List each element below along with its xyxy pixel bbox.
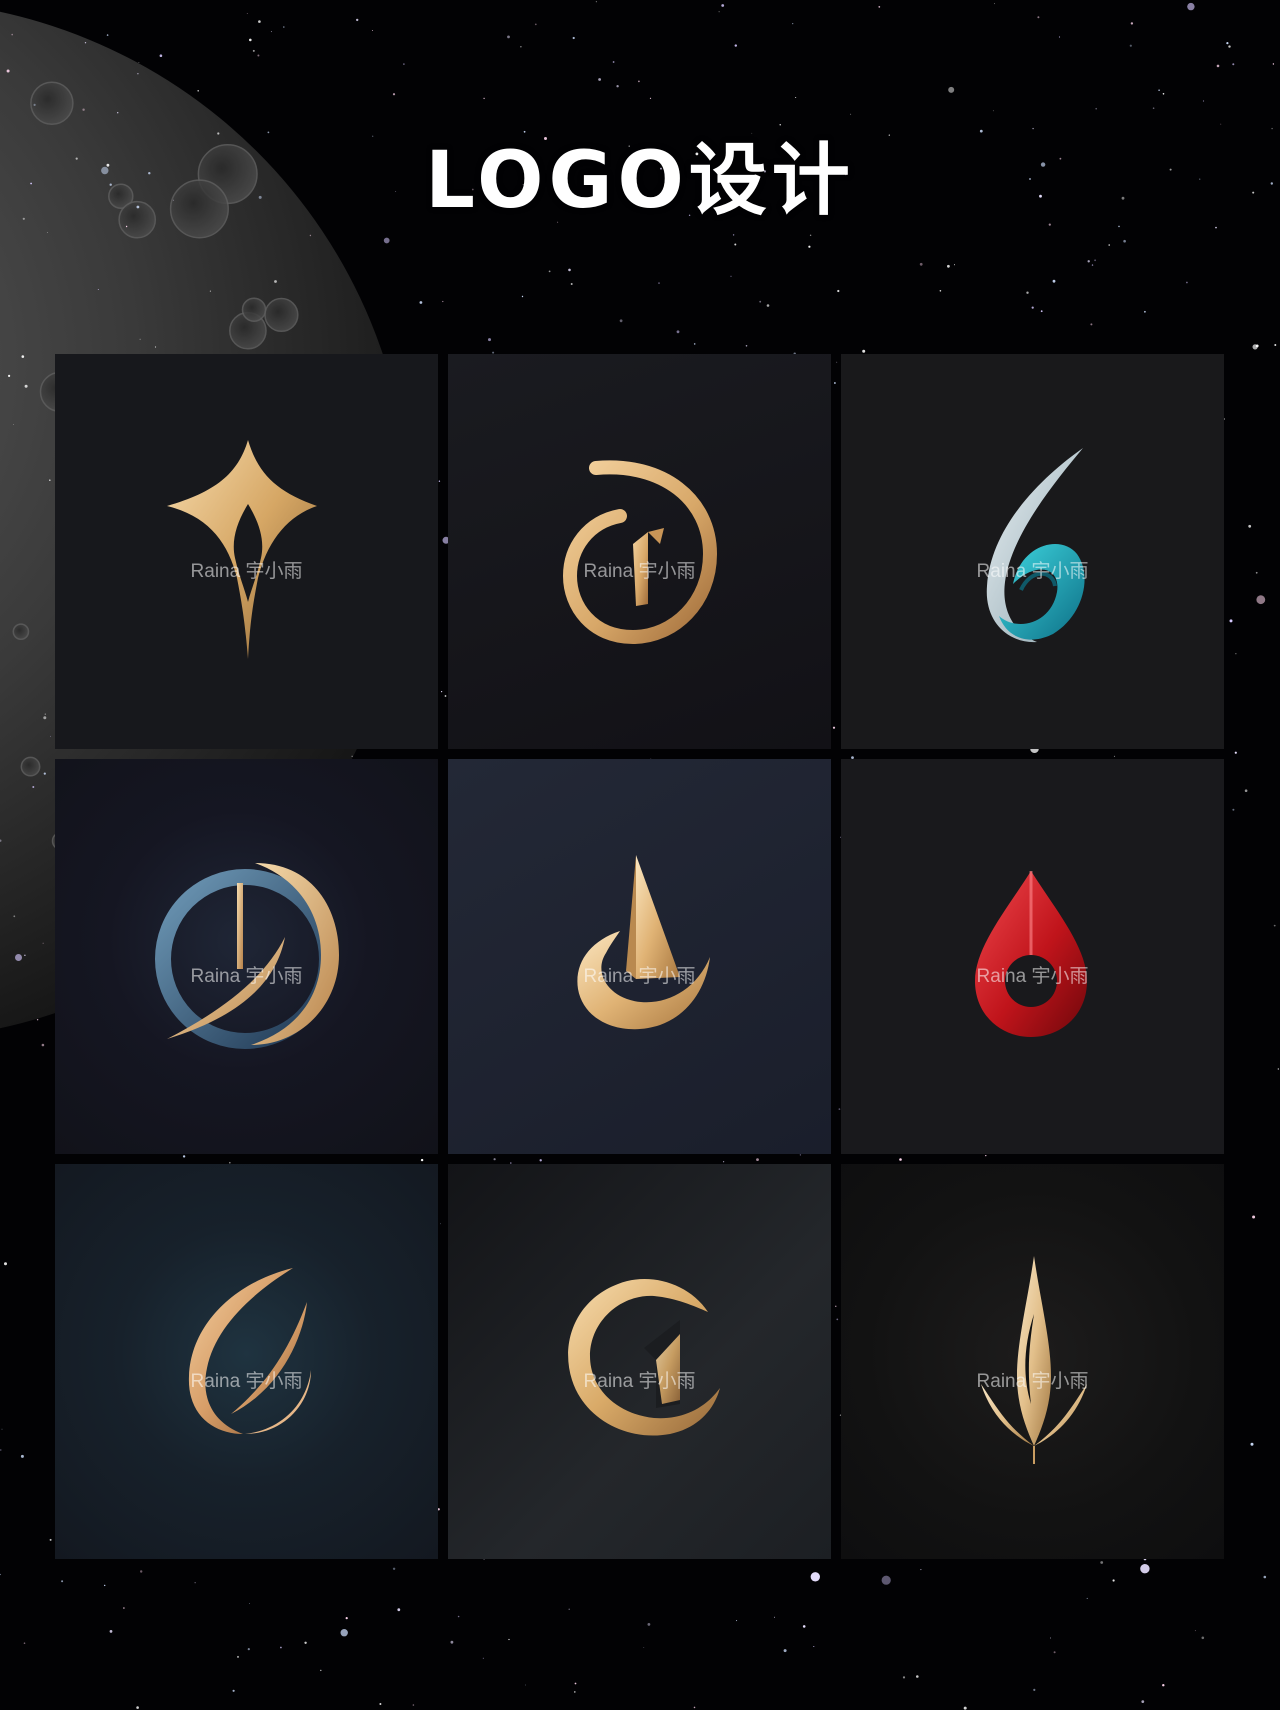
logo-tile[interactable]: Raina 宇小雨 [448,354,831,749]
gold-c-ring-icon [568,1279,720,1436]
gold-flame-lotus-icon [981,1256,1087,1464]
logo-grid: Raina 宇小雨 Raina 宇小雨 Raina 宇小雨 Raina 宇小雨 … [55,354,1226,1564]
red-droplet-icon [975,871,1087,1037]
silver-teal-droplet-icon [986,448,1085,643]
logo-tile[interactable]: Raina 宇小雨 [448,759,831,1154]
logo-tile[interactable]: Raina 宇小雨 [841,759,1224,1154]
logo-tile[interactable]: Raina 宇小雨 [55,354,438,749]
logo-tile[interactable]: Raina 宇小雨 [55,759,438,1154]
logo-tile[interactable]: Raina 宇小雨 [841,354,1224,749]
page-title: LOGO设计 [425,136,855,226]
gold-flag-crescent-icon [577,855,710,1030]
gold-diamond-leaf-icon [167,440,317,659]
blue-gold-ring-slash-icon [155,863,339,1049]
gold-crescent-leaf-icon [188,1268,311,1434]
gold-spiral-ring-icon [562,460,718,645]
logo-tile[interactable]: Raina 宇小雨 [55,1164,438,1559]
logo-tile[interactable]: Raina 宇小雨 [841,1164,1224,1559]
logo-tile[interactable]: Raina 宇小雨 [448,1164,831,1559]
